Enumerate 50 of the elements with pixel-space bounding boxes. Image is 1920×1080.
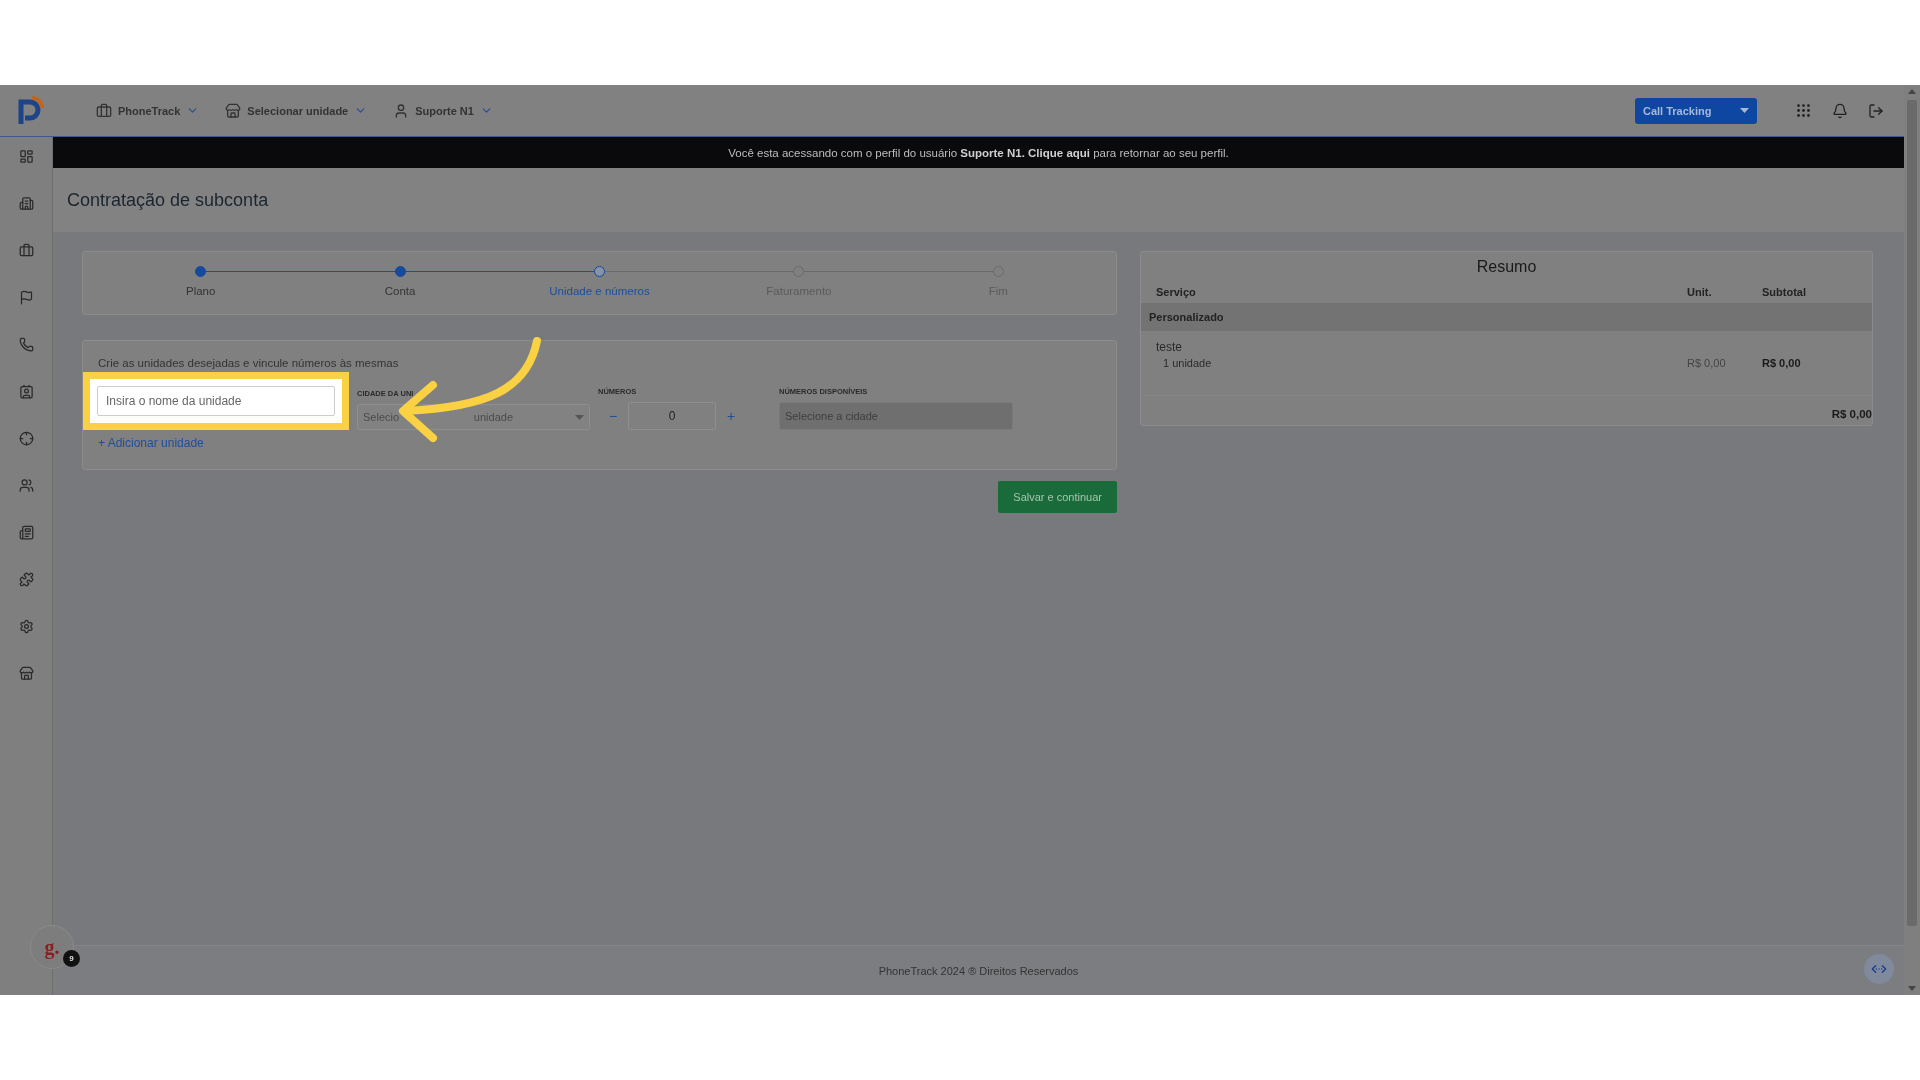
column-header: Subtotal	[1762, 286, 1807, 300]
apps-grid-icon[interactable]	[1795, 102, 1812, 119]
nav-menu[interactable]: Suporte N1	[393, 102, 493, 119]
product-select[interactable]: Call Tracking	[1635, 97, 1757, 124]
puzzle-icon[interactable]	[18, 572, 34, 587]
footer-text: PhoneTrack 2024 ® Direitos Reservados	[878, 964, 1079, 977]
flag-icon[interactable]	[18, 290, 34, 305]
logout-icon[interactable]	[1868, 102, 1884, 119]
store-icon[interactable]	[18, 666, 34, 681]
save-continue-button[interactable]: Salvar e continuar	[998, 481, 1117, 513]
nav-menu[interactable]: Selecionar unidade	[225, 102, 368, 119]
nav-menu[interactable]: PhoneTrack	[96, 102, 200, 119]
form-hint: Crie as unidades desejadas e vincule números às mesmas	[98, 357, 399, 369]
caret-icon	[1740, 108, 1749, 113]
quantity-field[interactable]: 0	[628, 402, 716, 430]
caret-icon	[575, 414, 584, 420]
step-label[interactable]: Plano	[186, 285, 216, 297]
users-icon[interactable]	[18, 478, 34, 493]
step-label[interactable]: Conta	[384, 285, 416, 297]
logo[interactable]	[16, 95, 44, 126]
notifications-icon[interactable]	[1832, 102, 1848, 119]
step-label[interactable]: Unidade e números	[549, 285, 650, 297]
add-unit-link[interactable]: + Adicionar unidade	[98, 436, 204, 450]
settings-icon[interactable]	[18, 619, 34, 634]
decrement-button[interactable]: −	[598, 408, 628, 424]
total-amount: R$ 0,00	[1831, 408, 1872, 420]
dashboard-icon[interactable]	[18, 149, 34, 164]
briefcase-icon[interactable]	[18, 243, 34, 258]
store-icon	[225, 102, 242, 119]
newspaper-icon[interactable]	[18, 525, 34, 540]
service-name: teste	[1155, 340, 1183, 354]
service-detail: 1 unidade	[1162, 357, 1213, 369]
briefcase-icon	[96, 102, 112, 119]
scroll-down-icon[interactable]	[1908, 986, 1916, 991]
chat-widget-icon[interactable]	[1864, 954, 1894, 984]
unit-name-field[interactable]: Insira o nome da unidade	[97, 386, 335, 416]
page-title: Contratação de subconta	[67, 189, 269, 211]
impersonation-message: Você esta acessando com o perfil do usuário Suporte N1. Clique aqui para retornar ao seu perfil.	[728, 146, 1229, 159]
group-row: Personalizado	[1141, 303, 1872, 331]
unit-price: R$ 0,00	[1687, 357, 1727, 369]
subtotal: R$ 0,00	[1762, 357, 1802, 369]
phone-icon[interactable]	[18, 337, 34, 352]
crosshair-icon[interactable]	[18, 431, 34, 446]
summary-title: Resumo	[1475, 258, 1538, 276]
column-header: Serviço	[1155, 286, 1197, 300]
scroll-up-icon[interactable]	[1908, 89, 1916, 94]
increment-button[interactable]: +	[716, 408, 746, 424]
contact-card-icon[interactable]	[18, 384, 34, 399]
buildings-icon[interactable]	[18, 196, 34, 211]
column-header: Unit.	[1687, 286, 1713, 300]
